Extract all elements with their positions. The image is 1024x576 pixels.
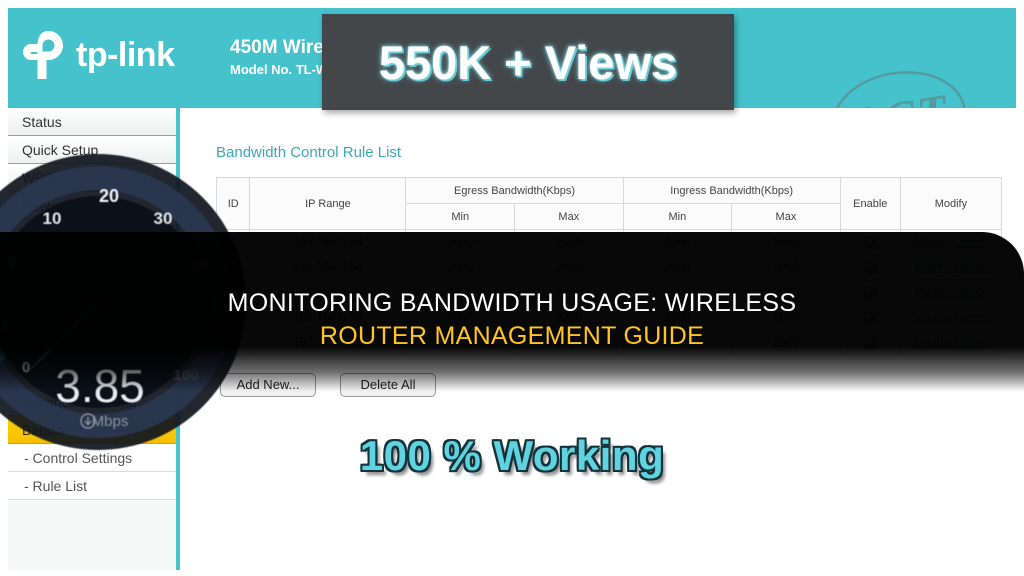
brand-name: tp-link: [76, 35, 175, 74]
th-modify: Modify: [899, 177, 1003, 230]
title-overlay-band: MONITORING BANDWIDTH USAGE: WIRELESS ROU…: [0, 232, 1024, 392]
gauge-tick-10: 10: [43, 209, 62, 228]
th-ingress-bandwidth: Ingress Bandwidth(Kbps): [622, 177, 841, 204]
gauge-tick-20: 20: [99, 186, 119, 206]
screenshot-root: tp-link 450M Wireless N Router Model No.…: [0, 0, 1024, 576]
sidebar-item-status[interactable]: Status: [8, 108, 176, 136]
tp-link-mark-icon: [22, 30, 68, 80]
th-egress-min: Min: [405, 203, 516, 230]
views-badge: 550K + Views: [322, 14, 734, 110]
working-badge: 100 % Working: [359, 432, 665, 479]
gauge-tick-30: 30: [154, 209, 173, 228]
th-egress-max: Max: [514, 203, 624, 230]
th-egress-bandwidth: Egress Bandwidth(Kbps): [405, 177, 624, 204]
th-ip-range: IP Range: [249, 177, 407, 230]
th-ingress-min: Min: [622, 203, 733, 230]
page-title: Bandwidth Control Rule List: [216, 144, 402, 161]
table-header-row: ID IP Range Egress Bandwidth(Kbps) Ingre…: [215, 177, 1003, 230]
views-badge-label: 550K + Views: [378, 35, 678, 89]
tp-link-logo: tp-link: [22, 30, 175, 80]
gauge-unit: Mbps: [92, 413, 129, 430]
th-enable: Enable: [839, 177, 901, 230]
overlay-title-line-2: ROUTER MANAGEMENT GUIDE: [319, 322, 705, 350]
th-ingress-max: Max: [731, 203, 841, 230]
overlay-title-line-1: MONITORING BANDWIDTH USAGE: WIRELESS: [227, 289, 797, 317]
table-header: ID IP Range Egress Bandwidth(Kbps) Ingre…: [215, 177, 1003, 230]
